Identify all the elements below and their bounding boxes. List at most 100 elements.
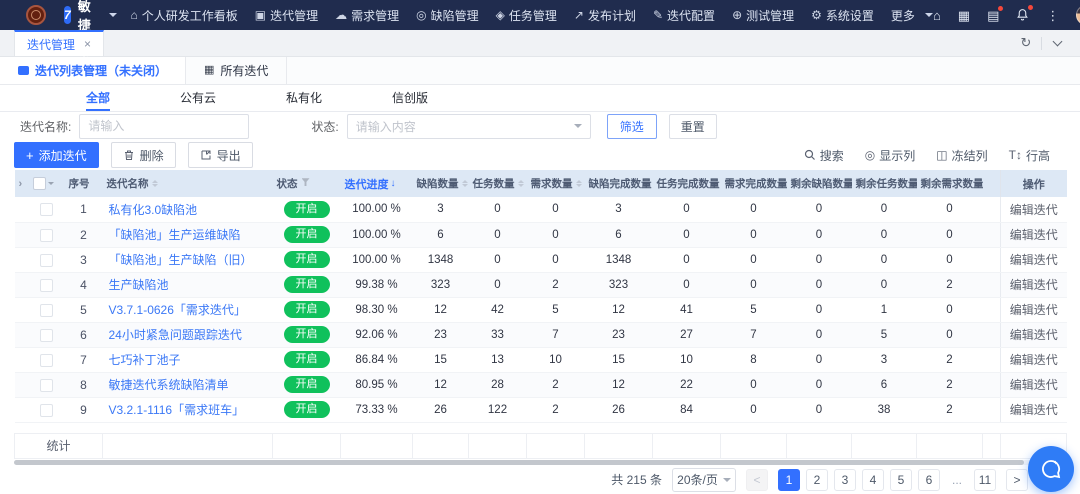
edit-iteration-link[interactable]: 编辑迭代 [1010, 303, 1058, 317]
row-checkbox[interactable] [40, 229, 53, 242]
close-icon[interactable]: × [84, 37, 91, 51]
row-height-button[interactable]: T↕ 行高 [1009, 147, 1050, 164]
edit-iteration-link[interactable]: 编辑迭代 [1010, 203, 1058, 217]
nav-item-more[interactable]: 更多 [891, 7, 933, 24]
column-header-v4[interactable]: 任务完成数量 [653, 170, 721, 197]
column-header-v5[interactable]: 需求完成数量 [721, 170, 787, 197]
subtab-public-cloud[interactable]: 公有云 [180, 85, 216, 111]
chevron-down-icon[interactable] [1042, 30, 1072, 56]
nav-item-release-plan[interactable]: ↗发布计划 [574, 7, 636, 24]
search-button[interactable]: 搜索 [804, 147, 844, 164]
row-value: 0 [527, 197, 585, 222]
column-header-v1[interactable]: 任务数量 [469, 170, 527, 197]
iteration-name-link[interactable]: V3.2.1-1116「需求班车」 [109, 403, 245, 417]
kebab-icon[interactable]: ⋮ [1046, 9, 1059, 22]
row-checkbox[interactable] [40, 404, 53, 417]
table-row: 4生产缺陷池开启99.38 %3230232300002编辑迭代 [15, 272, 1067, 297]
export-button[interactable]: 导出 [188, 142, 253, 168]
iteration-name-link[interactable]: 私有化3.0缺陷池 [109, 203, 198, 217]
next-page-button[interactable]: > [1006, 469, 1028, 491]
iteration-name-link[interactable]: 生产缺陷池 [109, 278, 169, 292]
row-checkbox[interactable] [40, 254, 53, 267]
status-select[interactable]: 请输入内容 [347, 114, 591, 139]
add-label: 添加迭代 [39, 147, 87, 164]
nav-item-requirement[interactable]: ☁需求管理 [335, 7, 399, 24]
subtab-private[interactable]: 私有化 [286, 85, 322, 111]
notes-icon[interactable]: ▤ [987, 9, 999, 22]
chat-float-button[interactable] [1028, 446, 1074, 492]
page-button-...[interactable]: ... [946, 469, 968, 491]
refresh-icon[interactable]: ↻ [1011, 30, 1041, 56]
delete-button[interactable]: 删除 [111, 142, 176, 168]
column-header-v8[interactable]: 剩余需求数量 [917, 170, 983, 197]
row-checkbox[interactable] [40, 304, 53, 317]
page-button-4[interactable]: 4 [862, 469, 884, 491]
apps-icon[interactable]: ▦ [958, 9, 970, 22]
nav-item-test[interactable]: ⊕测试管理 [732, 7, 794, 24]
select-all-checkbox[interactable] [33, 177, 46, 190]
page-button-1[interactable]: 1 [778, 469, 800, 491]
row-checkbox[interactable] [40, 329, 53, 342]
delete-label: 删除 [140, 147, 164, 164]
freeze-columns-button[interactable]: ◫ 冻结列 [936, 147, 987, 164]
row-checkbox[interactable] [40, 354, 53, 367]
iteration-name-input[interactable] [79, 114, 249, 139]
column-header-name[interactable]: 迭代名称 [103, 170, 273, 197]
column-header-v7[interactable]: 剩余任务数量 [852, 170, 917, 197]
edit-iteration-link[interactable]: 编辑迭代 [1010, 328, 1058, 342]
iteration-name-link[interactable]: 「缺陷池」生产运维缺陷 [109, 228, 241, 242]
reset-button[interactable]: 重置 [669, 114, 717, 139]
column-header-status[interactable]: 状态 [273, 170, 341, 197]
iteration-name-link[interactable]: 「缺陷池」生产缺陷（旧） [109, 253, 253, 267]
column-header-v0[interactable]: 缺陷数量 [413, 170, 469, 197]
column-header-v6[interactable]: 剩余缺陷数量 [787, 170, 852, 197]
row-checkbox[interactable] [40, 279, 53, 292]
page-size-select[interactable]: 20条/页 [672, 468, 736, 492]
filter-button[interactable]: 筛选 [607, 114, 657, 139]
page-button-3[interactable]: 3 [834, 469, 856, 491]
edit-iteration-link[interactable]: 编辑迭代 [1010, 228, 1058, 242]
page-button-5[interactable]: 5 [890, 469, 912, 491]
tab-all-iterations[interactable]: ▦ 所有迭代 [186, 57, 287, 84]
nav-item-iteration-config[interactable]: ✎迭代配置 [653, 7, 715, 24]
page-button-6[interactable]: 6 [918, 469, 940, 491]
edit-iteration-link[interactable]: 编辑迭代 [1010, 403, 1058, 417]
nav-item-task[interactable]: ◈任务管理 [496, 7, 557, 24]
column-header-v2[interactable]: 需求数量 [527, 170, 585, 197]
column-header-v3[interactable]: 缺陷完成数量 [585, 170, 653, 197]
subtab-all[interactable]: 全部 [86, 85, 110, 111]
page-button-11[interactable]: 11 [974, 469, 996, 491]
iteration-name-link[interactable]: V3.7.1-0626「需求迭代」 [109, 303, 246, 317]
user-avatar[interactable] [1076, 5, 1080, 25]
defect-icon: ◎ [416, 8, 426, 22]
tab-iteration-management[interactable]: 迭代管理 × [14, 30, 104, 56]
nav-item-settings[interactable]: ⚙系统设置 [811, 7, 874, 24]
home-icon[interactable]: ⌂ [933, 9, 941, 22]
row-value: 0 [852, 247, 917, 272]
table-expander[interactable]: › [15, 170, 29, 197]
summary-cell [469, 433, 527, 458]
column-header-progress[interactable]: 迭代进度↓ [341, 170, 413, 197]
nav-item-iteration[interactable]: ▣迭代管理 [255, 7, 318, 24]
edit-iteration-link[interactable]: 编辑迭代 [1010, 253, 1058, 267]
show-columns-button[interactable]: ◎ 显示列 [865, 147, 916, 164]
add-iteration-button[interactable]: + 添加迭代 [14, 142, 99, 168]
edit-iteration-link[interactable]: 编辑迭代 [1010, 378, 1058, 392]
tab-iteration-list[interactable]: 迭代列表管理（未关闭） [0, 57, 186, 84]
chevron-down-icon[interactable] [48, 182, 54, 188]
edit-iteration-link[interactable]: 编辑迭代 [1010, 353, 1058, 367]
iteration-name-link[interactable]: 敏捷迭代系统缺陷清单 [109, 378, 229, 392]
test-icon: ⊕ [732, 8, 742, 22]
prev-page-button[interactable]: < [746, 469, 768, 491]
row-filler [983, 347, 1001, 372]
subtab-xinchuang[interactable]: 信创版 [392, 85, 428, 111]
nav-item-defect[interactable]: ◎缺陷管理 [416, 7, 479, 24]
iteration-name-link[interactable]: 24小时紧急问题跟踪迭代 [109, 328, 242, 342]
row-checkbox[interactable] [40, 203, 53, 216]
nav-item-dashboard[interactable]: ⌂个人研发工作看板 [131, 7, 238, 24]
iteration-name-link[interactable]: 七巧补丁池子 [109, 353, 181, 367]
edit-iteration-link[interactable]: 编辑迭代 [1010, 278, 1058, 292]
row-checkbox[interactable] [40, 379, 53, 392]
bell-icon[interactable] [1016, 8, 1029, 23]
page-button-2[interactable]: 2 [806, 469, 828, 491]
